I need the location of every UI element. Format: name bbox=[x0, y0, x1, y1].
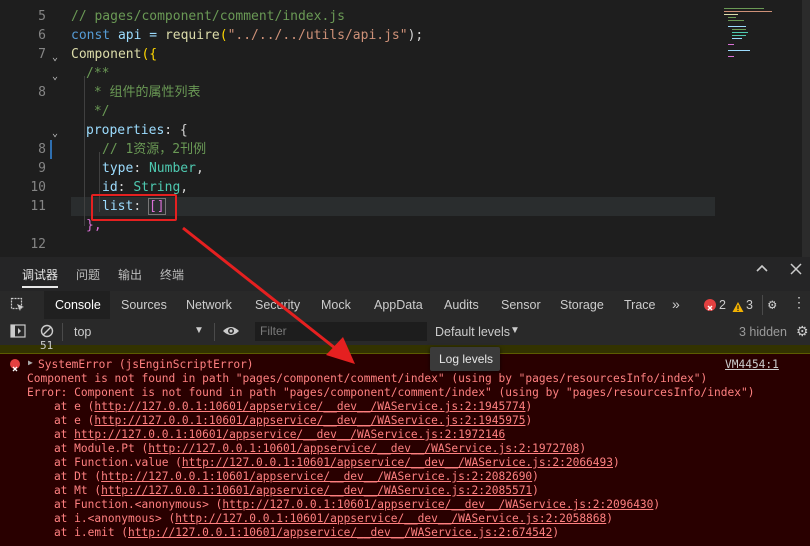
stack-frame-link[interactable]: http://127.0.0.1:10601/appservice/__dev_… bbox=[182, 456, 613, 469]
code-line: // 1资源，2刊例 bbox=[102, 142, 207, 157]
devtools-tab-bar: Console Sources Network Security Mock Ap… bbox=[0, 291, 810, 320]
stack-frame: at i.emit (http://127.0.0.1:10601/appser… bbox=[27, 526, 560, 539]
divider bbox=[762, 295, 763, 315]
line-number: 11 bbox=[30, 199, 46, 214]
stack-frame: at i.<anonymous> (http://127.0.0.1:10601… bbox=[27, 512, 614, 525]
stack-frame: at Module.Pt (http://127.0.0.1:10601/app… bbox=[27, 442, 587, 455]
warning-count[interactable]: 3 bbox=[746, 298, 753, 312]
stack-frame-link[interactable]: http://127.0.0.1:10601/appservice/__dev_… bbox=[128, 526, 552, 539]
filter-input[interactable]: Filter bbox=[255, 322, 427, 341]
stack-frame-link[interactable]: http://127.0.0.1:10601/appservice/__dev_… bbox=[101, 484, 532, 497]
dropdown-arrow-icon: ▼ bbox=[510, 325, 520, 336]
kebab-menu-icon[interactable]: ⋮ bbox=[792, 295, 806, 311]
error-message-block: ▶ SystemError (jsEnginScriptError) VM445… bbox=[0, 354, 810, 546]
tab-audits[interactable]: Audits bbox=[444, 298, 479, 312]
stack-frame: at e (http://127.0.0.1:10601/appservice/… bbox=[27, 400, 533, 413]
line-number: 8 bbox=[38, 85, 46, 100]
inspect-element-icon[interactable] bbox=[10, 297, 26, 317]
minimap[interactable] bbox=[720, 0, 810, 257]
tab-sensor[interactable]: Sensor bbox=[501, 298, 541, 312]
tab-storage[interactable]: Storage bbox=[560, 298, 604, 312]
fold-chevron-icon[interactable]: ⌄ bbox=[52, 52, 58, 63]
active-tab-indicator bbox=[22, 286, 58, 288]
line-number: 12 bbox=[30, 237, 46, 252]
tab-network[interactable]: Network bbox=[186, 298, 232, 312]
sidebar-toggle-icon[interactable] bbox=[10, 324, 26, 343]
warning-icon[interactable] bbox=[732, 298, 744, 317]
code-line: /** bbox=[86, 66, 110, 81]
console-toolbar: top ▼ Filter Default levels ▼ 3 hidden ⚙ bbox=[0, 319, 810, 346]
code-line: * 组件的属性列表 bbox=[86, 85, 201, 100]
tab-problems[interactable]: 问题 bbox=[76, 266, 100, 283]
fold-chevron-icon[interactable]: ⌄ bbox=[52, 128, 58, 139]
tab-sources[interactable]: Sources bbox=[121, 298, 167, 312]
stack-frame: at Mt (http://127.0.0.1:10601/appservice… bbox=[27, 484, 539, 497]
stack-frame-link[interactable]: http://127.0.0.1:10601/appservice/__dev_… bbox=[94, 400, 525, 413]
change-marker bbox=[50, 140, 52, 159]
error-message: Error: Component is not found in path "p… bbox=[27, 386, 755, 399]
console-settings-gear-icon[interactable]: ⚙ bbox=[796, 323, 809, 340]
stack-frame: at Function.<anonymous> (http://127.0.0.… bbox=[27, 498, 661, 511]
stack-frame-link[interactable]: http://127.0.0.1:10601/appservice/__dev_… bbox=[94, 414, 525, 427]
annotation-highlight-box bbox=[91, 194, 177, 221]
tab-console[interactable]: Console bbox=[55, 298, 101, 312]
error-count-icon[interactable] bbox=[704, 299, 716, 311]
expand-triangle-icon[interactable]: ▶ bbox=[28, 358, 33, 367]
error-message: Component is not found in path "pages/co… bbox=[27, 372, 708, 385]
stack-frame-link[interactable]: http://127.0.0.1:10601/appservice/__dev_… bbox=[101, 470, 532, 483]
stack-frame: at e (http://127.0.0.1:10601/appservice/… bbox=[27, 414, 533, 427]
stack-frame-link[interactable]: http://127.0.0.1:10601/appservice/__dev_… bbox=[175, 512, 606, 525]
tab-security[interactable]: Security bbox=[255, 298, 300, 312]
stack-frame-link[interactable]: http://127.0.0.1:10601/appservice/__dev_… bbox=[222, 498, 653, 511]
fold-chevron-icon[interactable]: ⌄ bbox=[52, 71, 58, 82]
stack-frame: at Dt (http://127.0.0.1:10601/appservice… bbox=[27, 470, 539, 483]
settings-gear-icon[interactable]: ⚙ bbox=[768, 297, 776, 313]
previous-log-row: 51 bbox=[0, 339, 810, 354]
stack-frame-link[interactable]: http://127.0.0.1:10601/appservice/__dev_… bbox=[148, 442, 579, 455]
hidden-count: 3 hidden bbox=[739, 325, 787, 339]
error-source-link[interactable]: VM4454:1 bbox=[725, 358, 779, 372]
stack-frame: at http://127.0.0.1:10601/appservice/__d… bbox=[27, 428, 506, 441]
error-title: SystemError (jsEnginScriptError) bbox=[38, 358, 254, 371]
stack-frame-link[interactable]: http://127.0.0.1:10601/appservice/__dev_… bbox=[74, 428, 505, 441]
tab-appdata[interactable]: AppData bbox=[374, 298, 423, 312]
tab-debugger[interactable]: 调试器 bbox=[22, 266, 58, 283]
indent-guide bbox=[84, 76, 85, 226]
line-number: 6 bbox=[38, 28, 46, 43]
context-select[interactable]: top ▼ bbox=[68, 321, 210, 342]
code-line: properties: { bbox=[86, 123, 188, 138]
divider bbox=[214, 323, 215, 341]
line-number: 5 bbox=[38, 9, 46, 24]
code-line: const api = require("../../../utils/api.… bbox=[71, 28, 424, 43]
code-line: type: Number, bbox=[102, 161, 204, 176]
line-number: 7 bbox=[38, 47, 46, 62]
divider bbox=[62, 323, 63, 341]
dropdown-arrow-icon: ▼ bbox=[194, 325, 204, 336]
code-editor[interactable]: 5 6 7 8 8 9 10 11 12 ⌄ ⌄ ⌄ // pages/comp… bbox=[0, 0, 810, 257]
code-line: */ bbox=[86, 104, 110, 119]
chevron-up-icon[interactable] bbox=[755, 262, 769, 280]
line-gutter: 5 6 7 8 8 9 10 11 12 ⌄ ⌄ ⌄ bbox=[0, 0, 66, 257]
tab-trace[interactable]: Trace bbox=[624, 298, 656, 312]
line-number: 10 bbox=[30, 180, 46, 195]
stack-frame: at Function.value (http://127.0.0.1:1060… bbox=[27, 456, 620, 469]
code-line: Component({ bbox=[71, 47, 158, 62]
tab-mock[interactable]: Mock bbox=[321, 298, 351, 312]
log-levels-dropdown[interactable]: Default levels ▼ bbox=[431, 321, 523, 342]
close-icon[interactable] bbox=[789, 262, 803, 280]
line-number: 9 bbox=[38, 161, 46, 176]
error-icon bbox=[10, 359, 20, 372]
code-line: // pages/component/comment/index.js bbox=[71, 9, 345, 24]
line-number: 8 bbox=[38, 142, 46, 157]
error-count[interactable]: 2 bbox=[719, 298, 726, 312]
panel-tab-bar: 调试器 问题 输出 终端 bbox=[0, 257, 810, 292]
more-tabs-button[interactable]: » bbox=[672, 296, 680, 312]
bottom-panel: 调试器 问题 输出 终端 Console Sources Network Sec… bbox=[0, 257, 810, 546]
tab-terminal[interactable]: 终端 bbox=[160, 266, 184, 283]
log-levels-tooltip: Log levels bbox=[430, 347, 500, 371]
tab-output[interactable]: 输出 bbox=[118, 266, 142, 283]
eye-icon[interactable] bbox=[222, 324, 240, 343]
